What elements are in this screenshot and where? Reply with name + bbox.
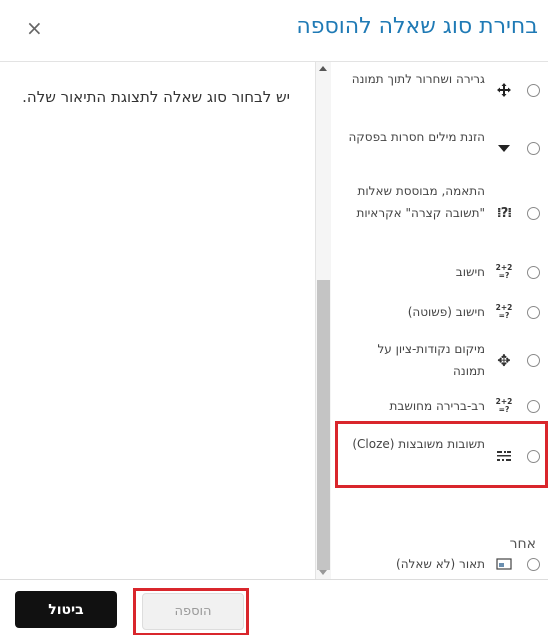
option-label: חישוב	[455, 265, 485, 279]
option-label: גרירה ושחרור לתוך תמונה	[351, 72, 485, 86]
question-type-option-gapselect[interactable]: הזנת מילים חסרות בפסקה	[331, 122, 548, 174]
question-type-option-ddmarker[interactable]: ✥ מיקום נקודות-ציון על תמונה	[331, 334, 548, 386]
svg-text:=?: =?	[499, 271, 510, 280]
list-scrollbar[interactable]	[316, 62, 331, 579]
scroll-down-arrow-icon[interactable]	[319, 570, 327, 575]
svg-text:=?: =?	[499, 405, 510, 414]
random-match-icon: ⁞?⁞	[496, 205, 512, 221]
dialog-body: יש לבחור סוג שאלה לתצוגת התיאור שלה. גרי…	[0, 62, 548, 579]
question-type-option-calculatedmulti[interactable]: 2+2 =? רב-ברירה מחושבת	[331, 390, 548, 422]
option-label: תאור (לא שאלה)	[396, 557, 485, 571]
radio-button[interactable]	[527, 84, 540, 97]
question-type-option-calculated[interactable]: 2+2 =? חישוב	[331, 256, 548, 288]
question-type-option-calculatedsimple[interactable]: 2+2 =? חישוב (פשוטה)	[331, 296, 548, 328]
option-label: התאמה, מבוססת שאלות "תשובה קצרה" אקראיות	[356, 184, 485, 220]
question-type-description: יש לבחור סוג שאלה לתצוגת התיאור שלה.	[22, 88, 290, 106]
option-label: חישוב (פשוטה)	[407, 305, 485, 319]
dialog-title: בחירת סוג שאלה להוספה	[296, 14, 538, 39]
calculated-icon: 2+2 =?	[495, 262, 513, 280]
drag-markers-icon: ✥	[497, 350, 511, 370]
dialog-header: בחירת סוג שאלה להוספה ×	[0, 0, 548, 62]
option-label: מיקום נקודות-ציון על תמונה	[377, 342, 485, 378]
radio-button[interactable]	[527, 400, 540, 413]
option-label: הזנת מילים חסרות בפסקה	[348, 130, 485, 144]
cloze-icon	[495, 447, 513, 465]
add-button[interactable]: הוספה	[142, 593, 244, 630]
question-type-option-ddimageortext[interactable]: גרירה ושחרור לתוך תמונה	[331, 64, 548, 116]
dialog-footer: ביטול הוספה	[0, 579, 548, 635]
question-type-option-description[interactable]: תאור (לא שאלה)	[331, 550, 548, 578]
dropdown-triangle-icon	[495, 139, 513, 157]
radio-button[interactable]	[527, 354, 540, 367]
svg-text:=?: =?	[499, 311, 510, 320]
radio-button[interactable]	[527, 207, 540, 220]
question-type-option-multianswer[interactable]: תשובות משובצות (Cloze)	[331, 428, 548, 484]
radio-button[interactable]	[527, 450, 540, 463]
calculated-multichoice-icon: 2+2 =?	[495, 396, 513, 414]
question-type-option-randomsamatch[interactable]: ⁞?⁞ התאמה, מבוססת שאלות "תשובה קצרה" אקר…	[331, 176, 548, 252]
radio-button[interactable]	[527, 558, 540, 571]
cancel-button[interactable]: ביטול	[15, 591, 117, 628]
description-icon	[495, 555, 513, 573]
radio-button[interactable]	[527, 306, 540, 319]
close-icon[interactable]: ×	[26, 16, 43, 40]
scroll-up-arrow-icon[interactable]	[319, 66, 327, 71]
option-label: רב-ברירה מחושבת	[389, 399, 485, 413]
calculated-simple-icon: 2+2 =?	[495, 302, 513, 320]
radio-button[interactable]	[527, 266, 540, 279]
option-label: תשובות משובצות (Cloze)	[352, 437, 485, 451]
question-type-list[interactable]: גרירה ושחרור לתוך תמונה הזנת מילים חסרות…	[315, 62, 548, 579]
radio-button[interactable]	[527, 142, 540, 155]
scroll-thumb[interactable]	[317, 280, 330, 570]
move-arrows-icon	[495, 81, 513, 99]
